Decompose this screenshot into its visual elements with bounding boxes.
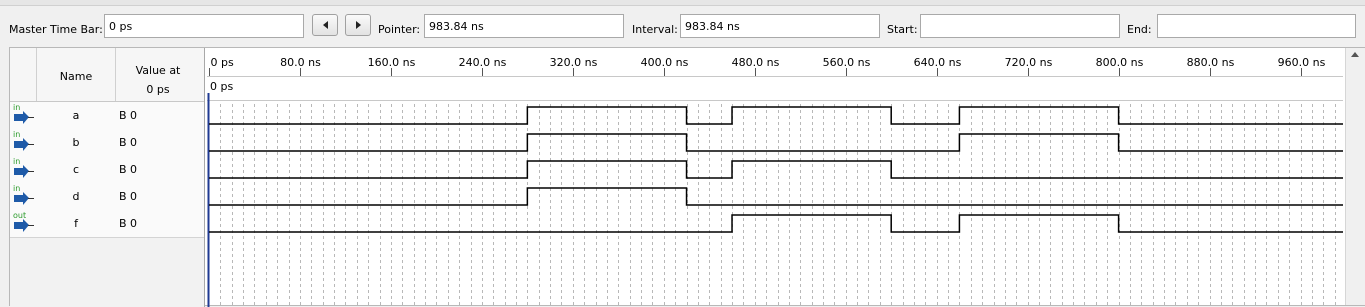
- vertical-scrollbar[interactable]: [1345, 48, 1365, 305]
- signal-list-header: Name Value at 0 ps: [10, 48, 204, 102]
- waveform-toolbar: Master Time Bar: Pointer: Interval: Star…: [0, 10, 1365, 44]
- signal-row[interactable]: in d B 0: [10, 183, 204, 211]
- ruler-tick-label: 80.0 ns: [280, 56, 321, 69]
- ruler-tick-label: 320.0 ns: [550, 56, 598, 69]
- port-direction-label: in: [13, 157, 21, 166]
- ruler-tick-label: 720.0 ns: [1005, 56, 1053, 69]
- pointer-label: Pointer:: [378, 23, 421, 36]
- master-time-bar-label: Master Time Bar:: [9, 23, 103, 36]
- signal-name: a: [72, 109, 80, 122]
- port-direction-label: in: [13, 103, 21, 112]
- input-port-icon: in: [13, 184, 34, 206]
- ruler-tick-label: 880.0 ns: [1187, 56, 1235, 69]
- value-header-line1: Value at: [135, 64, 181, 77]
- ruler-tick-label: 480.0 ns: [732, 56, 780, 69]
- signal-list: Name Value at 0 ps in a B 0 in b B 0 in …: [10, 48, 205, 307]
- port-direction-label: in: [13, 130, 21, 139]
- port-arrow: [14, 165, 29, 178]
- ruler-tick-label: 400.0 ns: [641, 56, 689, 69]
- signal-value: B 0: [119, 217, 138, 230]
- waveform-panel: Name Value at 0 ps in a B 0 in b B 0 in …: [9, 47, 1365, 307]
- master-time-bar-input[interactable]: [104, 14, 304, 38]
- interval-label: Interval:: [632, 23, 678, 36]
- signal-waveform: [209, 187, 1343, 206]
- port-line: [28, 198, 34, 199]
- port-direction-label: in: [13, 184, 21, 193]
- value-column-header[interactable]: Value at 0 ps: [116, 61, 200, 99]
- value-header-line2: 0 ps: [146, 83, 170, 96]
- ruler-tick-label: 560.0 ns: [823, 56, 871, 69]
- signal-row[interactable]: in b B 0: [10, 129, 204, 157]
- triangle-left-icon: [322, 21, 328, 29]
- ruler-tick-label: 160.0 ns: [368, 56, 416, 69]
- ruler-tick-label: 800.0 ns: [1096, 56, 1144, 69]
- pointer-input[interactable]: [424, 14, 624, 38]
- signal-value: B 0: [119, 163, 138, 176]
- signal-name: d: [72, 190, 80, 203]
- triangle-right-icon: [355, 21, 361, 29]
- port-line: [28, 117, 34, 118]
- signal-value: B 0: [119, 190, 138, 203]
- signal-value: B 0: [119, 136, 138, 149]
- window-top-strip: [0, 0, 1365, 6]
- signal-row[interactable]: in a B 0: [10, 102, 204, 130]
- next-transition-button[interactable]: [345, 14, 371, 36]
- port-arrow: [14, 138, 29, 151]
- input-port-icon: in: [13, 157, 34, 179]
- signal-row[interactable]: out f B 0: [10, 210, 204, 238]
- time-bar-label: 0 ps: [210, 80, 233, 93]
- signal-name: b: [72, 136, 80, 149]
- start-label: Start:: [887, 23, 918, 36]
- port-line: [28, 225, 34, 226]
- port-arrow: [14, 111, 29, 124]
- previous-transition-button[interactable]: [312, 14, 338, 36]
- ruler-tick-label: 0 ps: [211, 56, 234, 69]
- end-label: End:: [1127, 23, 1152, 36]
- start-input[interactable]: [920, 14, 1120, 38]
- signal-waveform: [209, 160, 1343, 179]
- signal-waveform: [209, 133, 1343, 152]
- ruler-tick-label: 640.0 ns: [914, 56, 962, 69]
- port-arrow: [14, 219, 29, 232]
- signal-name: c: [72, 163, 80, 176]
- signal-name: f: [74, 217, 78, 230]
- end-input[interactable]: [1157, 14, 1356, 38]
- interval-input[interactable]: [680, 14, 880, 38]
- signal-row[interactable]: in c B 0: [10, 156, 204, 184]
- input-port-icon: in: [13, 130, 34, 152]
- port-line: [28, 171, 34, 172]
- name-column-header[interactable]: Name: [37, 70, 115, 83]
- signal-value: B 0: [119, 109, 138, 122]
- ruler-tick-label: 960.0 ns: [1278, 56, 1326, 69]
- output-port-icon: out: [13, 211, 34, 233]
- input-port-icon: in: [13, 103, 34, 125]
- port-arrow: [14, 192, 29, 205]
- ruler-tick-label: 240.0 ns: [459, 56, 507, 69]
- waveform-canvas[interactable]: 0 ps 80.0 ns 160.0 ns 240.0 ns 320.0 ns 400.0…: [207, 48, 1343, 307]
- port-line: [28, 144, 34, 145]
- signal-waveform: [209, 106, 1343, 125]
- signal-waveform: [209, 214, 1343, 233]
- scroll-up-icon[interactable]: [1351, 52, 1359, 57]
